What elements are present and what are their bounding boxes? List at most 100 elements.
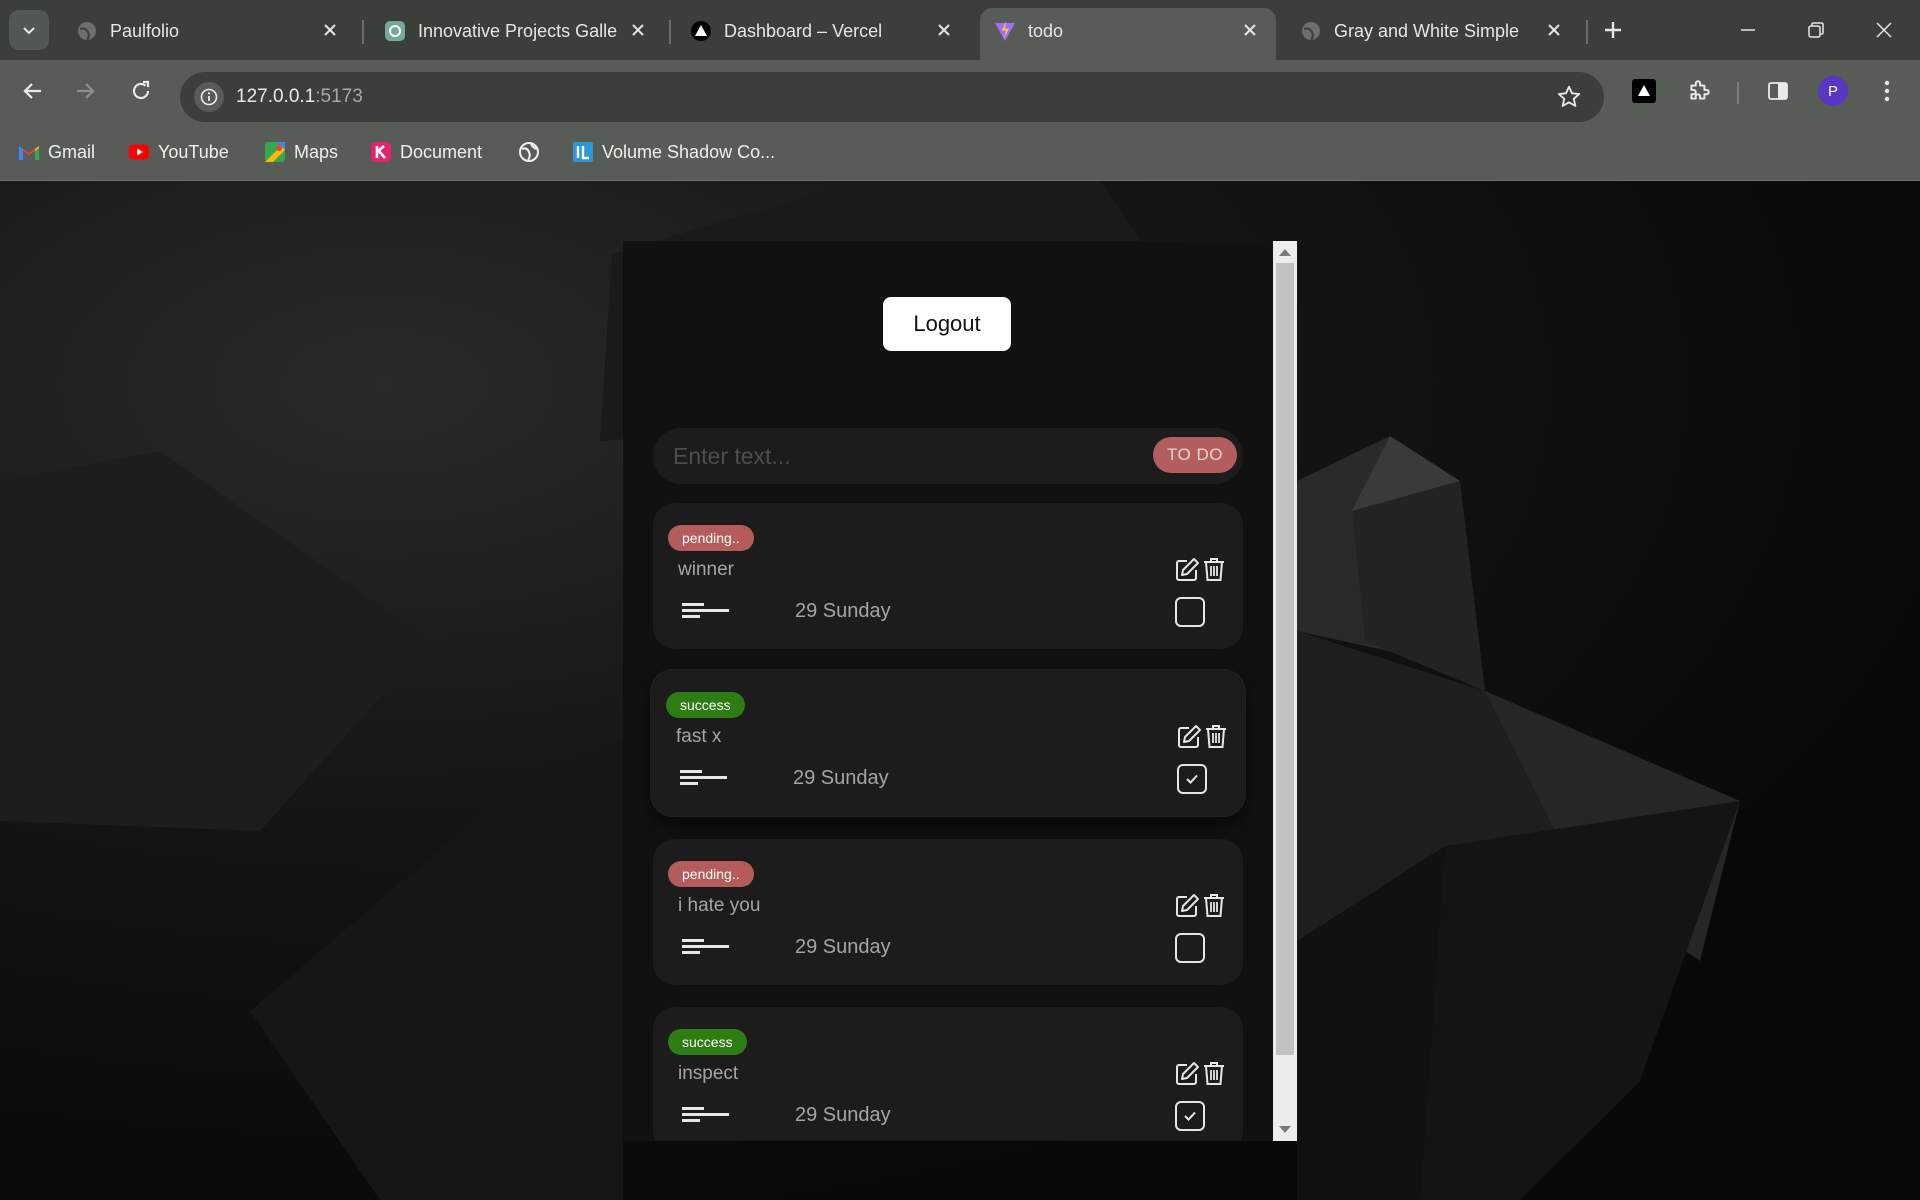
status-badge: pending.. xyxy=(668,525,754,551)
close-icon[interactable] xyxy=(1542,18,1566,42)
extensions-button[interactable] xyxy=(1682,74,1716,108)
new-tab-button[interactable] xyxy=(1595,14,1631,46)
arrow-right-icon xyxy=(77,83,95,99)
scroll-up-arrow-icon[interactable] xyxy=(1279,249,1291,256)
description-lines-icon[interactable] xyxy=(682,937,730,957)
document-k-icon xyxy=(370,141,392,163)
bookmark-label: Volume Shadow Co... xyxy=(602,141,776,162)
todo-card: success fast x 29 Sunday xyxy=(651,670,1245,816)
tab-divider xyxy=(362,20,364,44)
forward-button[interactable] xyxy=(66,72,104,110)
toolbar-divider xyxy=(1737,82,1739,104)
tab-strip: Paulfolio Innovative Projects Gallery Da… xyxy=(0,0,1920,60)
bookmark-maps[interactable]: Maps xyxy=(264,138,338,166)
browser-toolbar: 127.0.0.1:5173 P xyxy=(0,60,1920,122)
back-button[interactable] xyxy=(14,72,52,110)
description-lines-icon[interactable] xyxy=(680,768,728,788)
bookmark-volume-shadow[interactable]: Volume Shadow Co... xyxy=(572,138,775,166)
close-window-button[interactable] xyxy=(1866,14,1902,46)
page-viewport: Logout TO DO pending.. winner 29 Sunday … xyxy=(0,181,1920,1200)
tab-divider xyxy=(669,20,671,44)
vercel-icon xyxy=(1632,79,1656,103)
complete-checkbox[interactable] xyxy=(1175,1101,1205,1131)
todo-card: pending.. winner 29 Sunday xyxy=(653,503,1243,649)
close-icon[interactable] xyxy=(932,18,956,42)
close-icon[interactable] xyxy=(626,18,650,42)
reload-icon xyxy=(132,80,150,100)
tab-search-button[interactable] xyxy=(9,10,49,50)
description-lines-icon[interactable] xyxy=(682,1105,730,1125)
bookmark-label: YouTube xyxy=(158,141,229,162)
tab-todo[interactable]: todo xyxy=(980,8,1276,60)
tab-vercel-dashboard[interactable]: Dashboard – Vercel xyxy=(676,8,970,54)
tab-gray-white-simple[interactable]: Gray and White Simple C xyxy=(1286,8,1580,54)
reload-button[interactable] xyxy=(122,72,160,110)
bookmark-youtube[interactable]: YouTube xyxy=(128,138,229,166)
bookmark-globe[interactable] xyxy=(518,138,548,166)
trash-icon[interactable] xyxy=(1202,556,1226,582)
scroll-down-arrow-icon[interactable] xyxy=(1279,1126,1291,1133)
complete-checkbox[interactable] xyxy=(1175,597,1205,627)
todo-title: fast x xyxy=(676,726,722,747)
bookmark-star-button[interactable] xyxy=(1556,84,1582,115)
edit-icon[interactable] xyxy=(1174,893,1200,919)
site-info-button[interactable] xyxy=(194,82,224,112)
complete-checkbox[interactable] xyxy=(1175,933,1205,963)
bookmark-gmail[interactable]: Gmail xyxy=(18,138,95,166)
profile-avatar[interactable]: P xyxy=(1818,76,1848,106)
edit-icon[interactable] xyxy=(1174,1061,1200,1087)
close-icon[interactable] xyxy=(318,18,342,42)
gmail-icon xyxy=(18,141,40,163)
kebab-menu-icon xyxy=(1884,80,1890,102)
address-bar[interactable]: 127.0.0.1:5173 xyxy=(180,72,1604,122)
todo-text-input[interactable] xyxy=(673,438,1113,474)
description-lines-icon[interactable] xyxy=(682,601,730,621)
trash-icon[interactable] xyxy=(1202,1060,1226,1086)
checkmark-icon xyxy=(1186,774,1198,784)
bookmark-label: Maps xyxy=(294,141,339,162)
trash-icon[interactable] xyxy=(1204,723,1228,749)
tab-title: Innovative Projects Gallery xyxy=(418,21,618,41)
tab-divider xyxy=(1586,20,1588,44)
bookmarks-bar: Gmail YouTube Maps Document Volume Shado… xyxy=(0,122,1920,181)
close-icon[interactable] xyxy=(1238,18,1262,42)
browser-menu-button[interactable] xyxy=(1870,74,1904,108)
logout-button[interactable]: Logout xyxy=(883,297,1011,351)
checkmark-icon xyxy=(1184,1111,1196,1121)
minimize-button[interactable] xyxy=(1730,14,1766,46)
bookmark-label: Document xyxy=(400,141,483,162)
tab-innovative-projects[interactable]: Innovative Projects Gallery xyxy=(370,8,664,54)
restore-button[interactable] xyxy=(1798,14,1834,46)
bookmark-document[interactable]: Document xyxy=(370,138,482,166)
chatgpt-icon xyxy=(385,21,405,41)
star-icon xyxy=(1557,85,1581,107)
tab-title: Paulfolio xyxy=(110,21,180,41)
todo-title: winner xyxy=(678,559,734,580)
todo-input-bar: TO DO xyxy=(653,428,1243,484)
edit-icon[interactable] xyxy=(1176,724,1202,750)
side-panel-button[interactable] xyxy=(1761,74,1795,108)
minimize-icon xyxy=(1741,29,1755,31)
tab-paulfolio[interactable]: Paulfolio xyxy=(62,8,356,54)
complete-checkbox[interactable] xyxy=(1177,764,1207,794)
app-scrollbar[interactable] xyxy=(1273,241,1297,1141)
todo-card: pending.. i hate you 29 Sunday xyxy=(653,839,1243,985)
todo-title: i hate you xyxy=(678,895,761,916)
vercel-extension-button[interactable] xyxy=(1627,74,1661,108)
info-icon xyxy=(200,88,218,106)
add-todo-button[interactable]: TO DO xyxy=(1153,437,1237,473)
tab-title: Gray and White Simple C xyxy=(1334,21,1524,41)
url-host: 127.0.0.1 xyxy=(236,86,316,107)
scrollbar-thumb[interactable] xyxy=(1276,263,1294,1055)
trash-icon[interactable] xyxy=(1202,892,1226,918)
vite-icon xyxy=(995,21,1015,41)
chevron-down-icon xyxy=(23,27,35,35)
edit-icon[interactable] xyxy=(1174,557,1200,583)
status-badge: success xyxy=(668,1029,747,1055)
il-icon xyxy=(572,141,594,163)
todo-date: 29 Sunday xyxy=(795,600,891,622)
todo-card: success inspect 29 Sunday xyxy=(653,1007,1243,1141)
side-panel-icon xyxy=(1768,82,1788,100)
url-port: :5173 xyxy=(315,86,363,107)
todo-title: inspect xyxy=(678,1063,739,1084)
